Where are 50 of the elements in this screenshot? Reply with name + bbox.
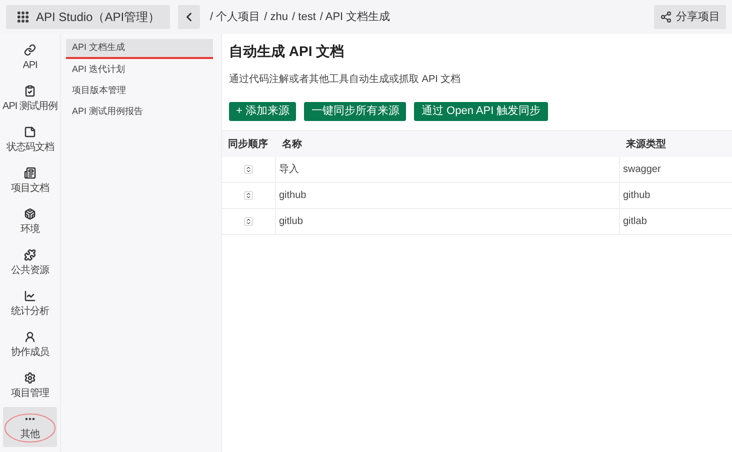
drag-handle-icon[interactable] (244, 165, 253, 174)
clipboard-icon (24, 84, 36, 96)
submenu-item[interactable]: API 迭代计划 (66, 60, 216, 80)
note-icon (24, 126, 36, 138)
column-header: 来源类型 (625, 138, 667, 152)
user-icon (24, 330, 36, 342)
nav-item[interactable]: 其他 (3, 407, 57, 447)
breadcrumb-item[interactable]: / 个人项目 (210, 8, 260, 26)
breadcrumb-item[interactable]: / API 文档生成 (320, 8, 390, 26)
nav-item[interactable]: 公共资源 (3, 243, 57, 283)
submenu-item[interactable]: API 文档生成 (66, 39, 213, 59)
table-cell: gitlub (276, 209, 620, 234)
drag-handle-icon[interactable] (244, 191, 253, 200)
column-header: 同步顺序 (227, 137, 269, 152)
nav-item[interactable]: 状态码文档 (3, 120, 57, 160)
submenu-item[interactable]: 项目版本管理 (66, 81, 216, 101)
breadcrumb-item[interactable]: / zhu (264, 8, 288, 26)
page-description: 通过代码注解或者其他工具自动生成或抓取 API 文档 (229, 72, 462, 87)
nav-item[interactable]: API (3, 38, 57, 78)
action-button[interactable]: 一键同步所有来源 (304, 102, 406, 121)
nav-item[interactable]: 项目文档 (3, 161, 57, 201)
settings-icon (24, 372, 36, 384)
cube-icon (24, 208, 36, 220)
table-cell-text: github (622, 189, 652, 203)
table-cell: 导入 (276, 157, 620, 182)
annotation-circle (4, 413, 56, 443)
chart-icon (24, 290, 36, 302)
document-icon (24, 166, 36, 178)
table-cell-text: gitlab (622, 215, 648, 229)
app-menu-button[interactable]: API Studio（API管理） (6, 5, 170, 29)
puzzle-icon (24, 248, 36, 260)
page-title: 自动生成 API 文档 (229, 42, 346, 61)
table-cell-text: swagger (622, 163, 662, 177)
grid-icon (16, 10, 30, 24)
link-icon (24, 44, 36, 56)
share-icon (660, 11, 672, 23)
nav-item[interactable]: 统计分析 (3, 284, 57, 324)
action-button[interactable]: + 添加来源 (229, 102, 296, 121)
nav-item[interactable]: 协作成员 (3, 325, 57, 365)
drag-handle-icon[interactable] (244, 217, 253, 226)
nav-item[interactable]: 环境 (3, 202, 57, 242)
table-cell: github (276, 183, 620, 208)
action-button[interactable]: 通过 Open API 触发同步 (414, 102, 548, 121)
back-button[interactable] (178, 5, 200, 29)
column-header: 名称 (281, 138, 303, 152)
nav-item[interactable]: API 测试用例 (3, 79, 57, 119)
breadcrumb-item[interactable]: / test (292, 8, 316, 26)
share-button[interactable]: 分享项目 (654, 5, 726, 29)
nav-item[interactable]: 项目管理 (3, 366, 57, 406)
submenu-item[interactable]: API 测试用例报告 (66, 102, 216, 122)
